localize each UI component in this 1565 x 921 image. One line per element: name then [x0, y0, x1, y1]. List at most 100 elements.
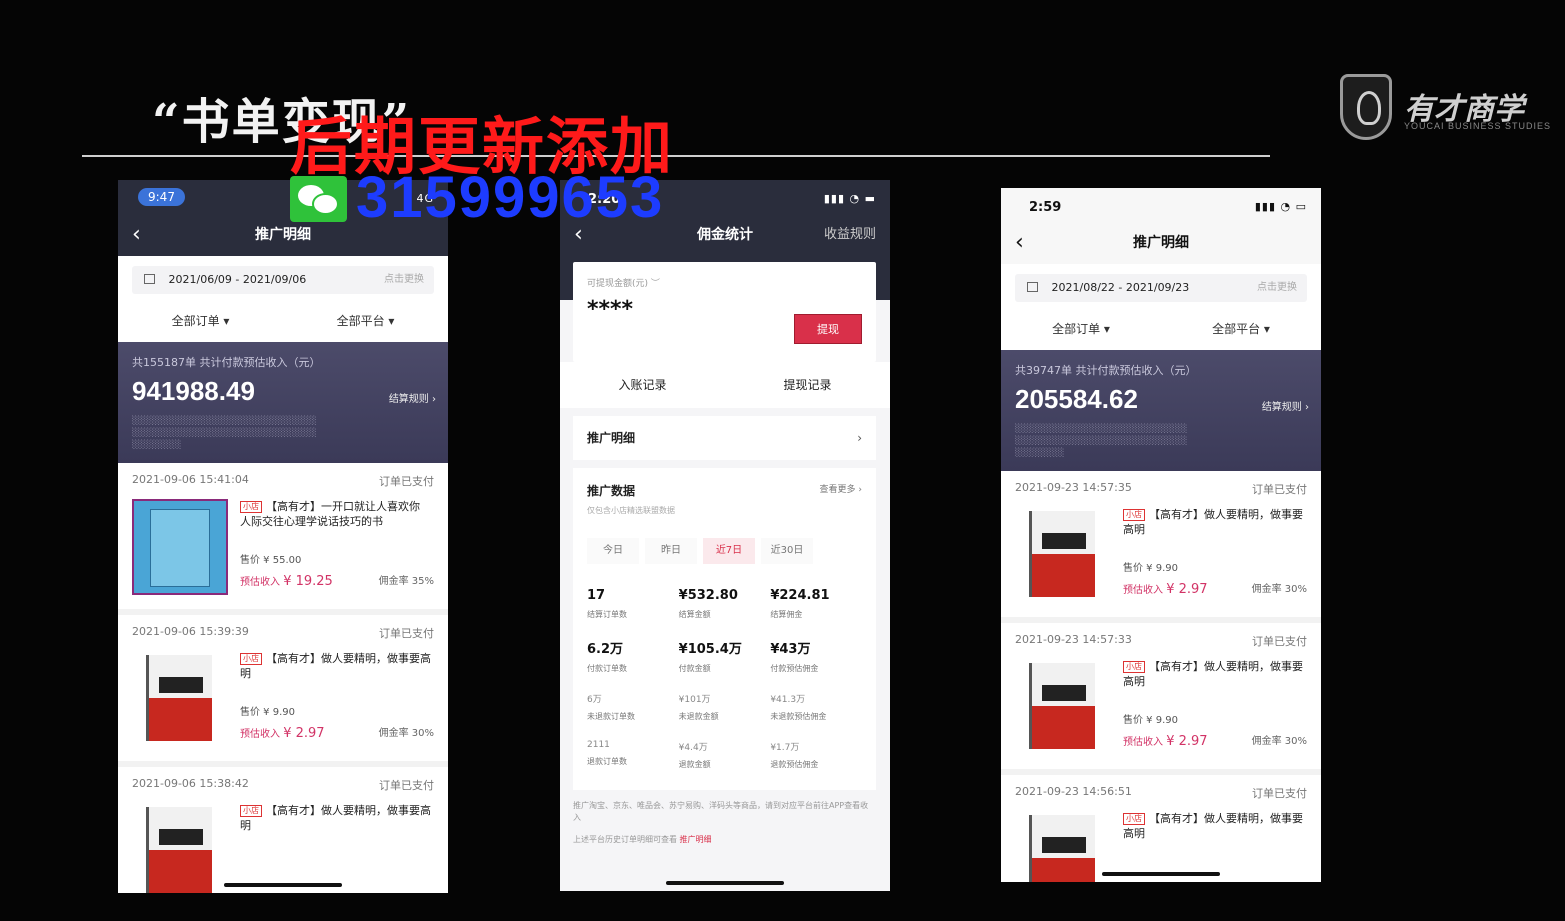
- stats-grid: 17 结算订单数 ¥532.80 结算金额 ¥224.81 结算佣金 6.2万 付款订单…: [587, 588, 862, 770]
- range-tab-7days[interactable]: 近7日: [703, 538, 755, 564]
- income-record-link[interactable]: 入账记录: [560, 362, 725, 408]
- status-time: 9:47: [138, 188, 185, 206]
- footer-detail-link[interactable]: 推广明细: [680, 835, 712, 844]
- order-time: 2021-09-23 14:56:51: [1015, 785, 1132, 798]
- stat-label: 未退款订单数: [587, 712, 635, 721]
- nav-title: 推广明细: [1133, 235, 1189, 251]
- estimated-income: ¥ 2.97: [1166, 734, 1208, 749]
- estimated-income: ¥ 2.97: [283, 726, 325, 741]
- record-tabs: 入账记录 提现记录: [560, 362, 890, 408]
- income-rules-link[interactable]: 收益规则: [824, 214, 876, 256]
- order-card[interactable]: 2021-09-23 14:57:35 订单已支付 小店 【高有才】做人要精明，做…: [1001, 471, 1321, 623]
- stat-label: 付款预估佣金: [770, 664, 819, 673]
- wechat-icon: [290, 176, 347, 222]
- range-tabs: 今日 昨日 近7日 近30日: [587, 538, 862, 564]
- book-cover-image: [132, 651, 228, 747]
- stat-label: 未退款预估佣金: [770, 712, 827, 721]
- date-filter: 2021/06/09 - 2021/09/06 点击更换: [118, 256, 448, 302]
- stat-value: ¥105.4万: [678, 642, 742, 657]
- summary-fine-print: ░░░░░░░░░░░░░░░░░░░░░░░░░░░░░░░░░░░░░░░░…: [132, 416, 317, 449]
- product-price: 售价 ¥ 9.90: [1123, 563, 1178, 574]
- date-filter: 2021/08/22 - 2021/09/23 点击更换: [1001, 264, 1321, 310]
- commission-rate: 佣金率 35%: [378, 576, 434, 587]
- withdraw-record-link[interactable]: 提现记录: [725, 362, 890, 408]
- chevron-left-icon[interactable]: ‹: [1015, 222, 1024, 264]
- income-label: 预估收入: [1123, 737, 1163, 748]
- shop-tag: 小店: [1123, 661, 1145, 673]
- product-title: 【高有才】做人要精明，做事要高明: [240, 804, 431, 832]
- product-price: 售价 ¥ 9.90: [240, 707, 295, 718]
- date-range: 2021/06/09 - 2021/09/06: [168, 273, 307, 286]
- stat-label: 付款金额: [678, 664, 711, 673]
- settlement-rules-link[interactable]: 结算规则 ›: [389, 390, 436, 405]
- range-tab-30days[interactable]: 近30日: [761, 538, 813, 564]
- stat-value: ¥41.3万: [770, 695, 806, 705]
- book-cover-image: [1015, 507, 1111, 603]
- see-more-link[interactable]: 查看更多 ›: [820, 482, 862, 495]
- chevron-left-icon[interactable]: ‹: [132, 214, 141, 256]
- stat-label: 退款订单数: [587, 757, 627, 766]
- calendar-icon: [1027, 282, 1038, 292]
- order-status: 订单已支付: [379, 475, 434, 488]
- filter-orders-dropdown[interactable]: 全部订单 ▾: [118, 302, 283, 342]
- filter-row: 全部订单 ▾ 全部平台 ▾: [1001, 310, 1321, 350]
- shop-tag: 小店: [1123, 813, 1145, 825]
- order-time: 2021-09-06 15:41:04: [132, 473, 249, 486]
- date-change-link[interactable]: 点击更换: [1257, 274, 1297, 302]
- stat-value: ¥101万: [678, 695, 711, 705]
- phone-screen-middle: 2:20 ▮▮▮ ◔ ▬ ‹ 佣金统计 收益规则 可提现金额(元) ︶ ****…: [560, 180, 890, 891]
- date-change-link[interactable]: 点击更换: [384, 266, 424, 294]
- date-range-picker[interactable]: 2021/08/22 - 2021/09/23 点击更换: [1015, 274, 1307, 302]
- calendar-icon: [144, 274, 155, 284]
- order-time: 2021-09-23 14:57:35: [1015, 481, 1132, 494]
- range-tab-today[interactable]: 今日: [587, 538, 639, 564]
- order-card[interactable]: 2021-09-23 14:57:33 订单已支付 小店 【高有才】做人要精明，做…: [1001, 623, 1321, 775]
- order-time: 2021-09-23 14:57:33: [1015, 633, 1132, 646]
- promotion-detail-row[interactable]: 推广明细 ›: [573, 416, 876, 460]
- filter-platform-dropdown[interactable]: 全部平台 ▾: [283, 302, 448, 342]
- stat-label: 未退款金额: [678, 712, 719, 721]
- product-title: 【高有才】做人要精明，做事要高明: [1123, 812, 1303, 840]
- withdraw-button[interactable]: 提现: [794, 314, 862, 344]
- shop-tag: 小店: [240, 501, 262, 513]
- signal-icon: ▮▮▮ ◔ ▭: [1254, 200, 1307, 213]
- home-indicator: [1102, 872, 1220, 876]
- chevron-right-icon: ›: [857, 431, 862, 445]
- filter-platform-dropdown[interactable]: 全部平台 ▾: [1161, 310, 1321, 350]
- range-tab-yesterday[interactable]: 昨日: [645, 538, 697, 564]
- status-time: 2:59: [1029, 200, 1062, 215]
- stat-value: ¥224.81: [770, 588, 830, 603]
- nav-bar: ‹ 推广明细: [1001, 222, 1321, 264]
- shop-tag: 小店: [1123, 509, 1145, 521]
- date-range-picker[interactable]: 2021/06/09 - 2021/09/06 点击更换: [132, 266, 434, 294]
- order-status: 订单已支付: [1252, 483, 1307, 496]
- commission-rate: 佣金率 30%: [1251, 736, 1307, 747]
- filter-orders-dropdown[interactable]: 全部订单 ▾: [1001, 310, 1161, 350]
- order-status: 订单已支付: [379, 779, 434, 792]
- order-card[interactable]: 2021-09-23 14:56:51 订单已支付 小店 【高有才】做人要精明，做…: [1001, 775, 1321, 882]
- eye-icon[interactable]: ︶: [651, 279, 660, 289]
- summary-caption: 共155187单 共计付款预估收入（元）: [132, 356, 321, 369]
- filter-row: 全部订单 ▾ 全部平台 ▾: [118, 302, 448, 342]
- withdrawable-card: 可提现金额(元) ︶ **** 提现: [573, 262, 876, 362]
- order-card[interactable]: 2021-09-06 15:39:39 订单已支付 小店 【高有才】做人要精明，做…: [118, 615, 448, 767]
- product-title: 【高有才】做人要精明，做事要高明: [240, 652, 431, 680]
- stat-value: ¥1.7万: [770, 743, 800, 753]
- summary-fine-print: ░░░░░░░░░░░░░░░░░░░░░░░░░░░░░░░░░░░░░░░░…: [1015, 424, 1188, 457]
- order-card[interactable]: 2021-09-06 15:38:42 订单已支付 小店 【高有才】做人要精明，做…: [118, 767, 448, 893]
- logo-subtitle: YOUCAI BUSINESS STUDIES: [1404, 121, 1552, 131]
- product-title: 【高有才】做人要精明，做事要高明: [1123, 508, 1303, 536]
- stat-label: 结算佣金: [770, 610, 803, 619]
- footer-note: 推广淘宝、京东、唯品会、苏宁易购、洋码头等商品，请到对应平台前往APP查看收入 …: [573, 800, 876, 846]
- settlement-rules-link[interactable]: 结算规则 ›: [1262, 398, 1309, 413]
- order-card[interactable]: 2021-09-06 15:41:04 订单已支付 小店 【高有才】一开口就让人喜…: [118, 463, 448, 615]
- shop-tag: 小店: [240, 805, 262, 817]
- phone-screen-right: 2:59 ▮▮▮ ◔ ▭ ‹ 推广明细 2021/08/22 - 2021/09…: [1001, 188, 1321, 882]
- home-indicator: [224, 883, 342, 887]
- income-summary: 共155187单 共计付款预估收入（元） 941988.49 结算规则 › ░░…: [118, 342, 448, 463]
- commission-rate: 佣金率 30%: [1251, 584, 1307, 595]
- stat-value: ¥43万: [770, 642, 811, 657]
- book-cover-image: [1015, 811, 1111, 882]
- summary-caption: 共39747单 共计付款预估收入（元）: [1015, 364, 1197, 377]
- date-range: 2021/08/22 - 2021/09/23: [1051, 281, 1190, 294]
